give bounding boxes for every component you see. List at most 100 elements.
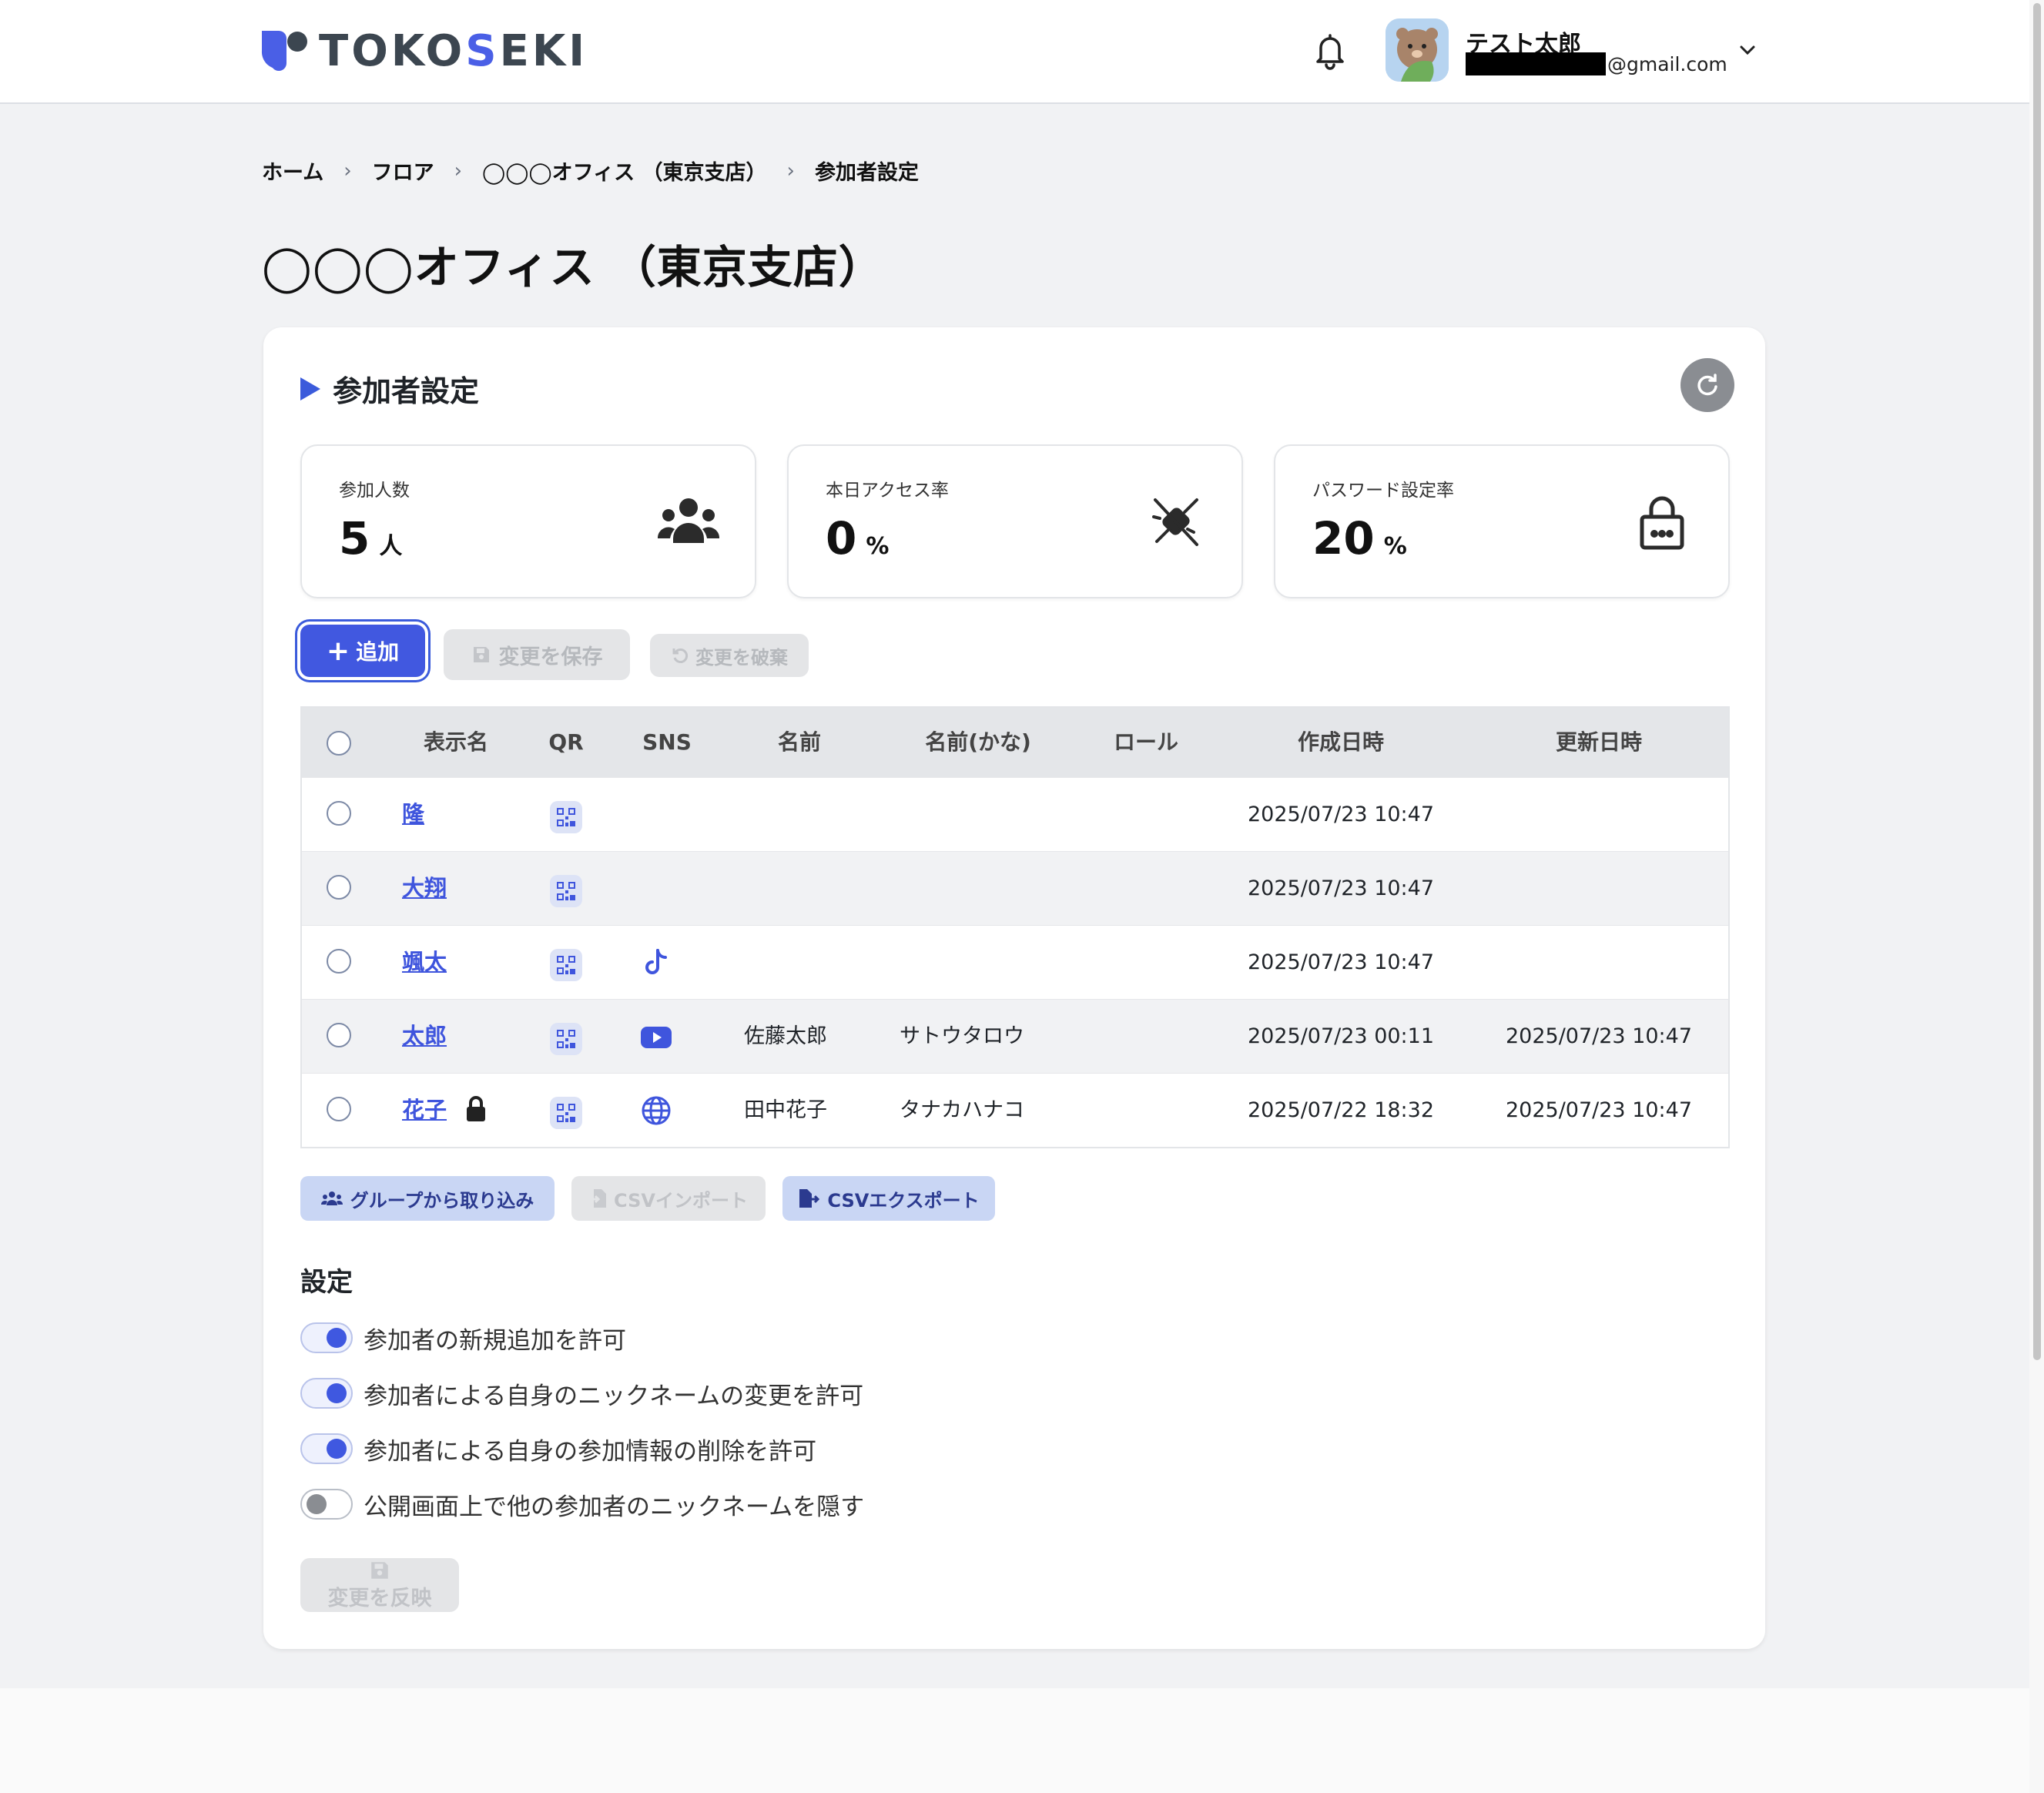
toggle-switch[interactable] [300,1378,353,1409]
breadcrumb-separator-icon: › [343,159,352,183]
stat-participant-count: 参加人数 5人 [300,444,756,598]
setting-allow-nickname-change[interactable]: 参加者による自身のニックネームの変更を許可 [300,1376,863,1410]
notification-bell-icon[interactable] [1312,31,1349,71]
row-select-radio[interactable] [327,801,351,826]
setting-allow-add[interactable]: 参加者の新規追加を許可 [300,1321,626,1355]
logo-mark-icon [260,28,308,74]
row-select-radio[interactable] [327,875,351,900]
stat-access-rate: 本日アクセス率 0% [787,444,1243,598]
users-icon [656,494,721,552]
toggle-switch[interactable] [300,1489,353,1520]
display-name-link[interactable]: 花子 [402,1097,447,1123]
header-sns: SNS [642,729,692,755]
updated-at: 2025/07/23 10:47 [1505,1024,1693,1048]
app-logo[interactable]: TOKOSEKI [260,25,588,76]
header-display-name[interactable]: 表示名 [424,708,488,777]
toggle-switch[interactable] [300,1322,353,1353]
page-title: ◯◯◯オフィス （東京支店） [262,241,884,293]
save-changes-button[interactable]: 変更を保存 [444,629,630,680]
breadcrumb-home[interactable]: ホーム [262,156,323,186]
chevron-down-icon[interactable] [1736,39,1759,62]
qr-code-icon[interactable] [550,875,582,907]
refresh-icon [1697,374,1717,396]
table-row[interactable]: 隆 2025/07/23 10:47 [302,777,1728,851]
row-select-radio[interactable] [327,949,351,974]
tiktok-icon[interactable] [639,946,673,980]
header-qr: QR [548,729,584,755]
table-row[interactable]: 太郎 佐藤太郎 サトウタロウ 2025/07/23 00:11 2025/07/… [302,999,1728,1073]
undo-icon [672,648,689,663]
globe-icon[interactable] [639,1094,673,1128]
participant-settings-card: 参加者設定 参加人数 5人 本日アクセス率 0% パスワード設定率 20 % +… [263,327,1765,1649]
participants-table: 表示名 QR SNS 名前 名前(かな) ロール 作成日時 更新日時 隆 202… [300,706,1730,1148]
top-header: TOKOSEKI テスト太郎 @gmail.com [0,0,2029,104]
scrollbar-thumb[interactable] [2033,3,2041,1360]
table-row[interactable]: 颯太 2025/07/23 10:47 [302,925,1728,999]
csv-export-button[interactable]: CSVエクスポート [782,1176,995,1221]
participant-name: 田中花子 [744,1098,827,1122]
toggle-switch[interactable] [300,1433,353,1464]
qr-code-icon[interactable] [550,1097,582,1129]
participant-name: 佐藤太郎 [744,1024,827,1048]
table-header: 表示名 QR SNS 名前 名前(かな) ロール 作成日時 更新日時 [302,708,1728,777]
triangle-marker-icon [300,377,320,400]
section-title: 参加者設定 [300,367,479,410]
lock-icon [1630,494,1694,552]
breadcrumb-office[interactable]: ◯◯◯オフィス （東京支店） [482,156,767,186]
created-at: 2025/07/23 10:47 [1247,950,1435,974]
add-button[interactable]: + 追加 [300,625,425,677]
display-name-link[interactable]: 大翔 [402,875,447,901]
stat-password-rate: パスワード設定率 20% [1274,444,1730,598]
file-export-icon [799,1189,820,1208]
youtube-icon[interactable] [639,1020,673,1054]
file-import-icon [589,1189,607,1208]
breadcrumb: ホーム › フロア › ◯◯◯オフィス （東京支店） › 参加者設定 [262,156,919,186]
lock-icon [464,1095,488,1123]
breadcrumb-separator-icon: › [786,159,795,183]
setting-allow-self-delete[interactable]: 参加者による自身の参加情報の削除を許可 [300,1432,816,1466]
created-at: 2025/07/23 10:47 [1247,803,1435,826]
row-select-radio[interactable] [327,1097,351,1121]
table-row[interactable]: 大翔 2025/07/23 10:47 [302,851,1728,925]
select-all-radio[interactable] [327,731,351,756]
breadcrumb-floor[interactable]: フロア [372,156,434,186]
display-name-link[interactable]: 隆 [402,801,424,827]
plus-icon: + [326,635,350,667]
logo-text: TOKOSEKI [319,25,588,76]
updated-at: 2025/07/23 10:47 [1505,1098,1693,1122]
plug-icon [1143,494,1208,552]
user-email: @gmail.com [1466,52,1727,75]
redacted-block [1466,52,1606,75]
qr-code-icon[interactable] [550,949,582,981]
floppy-icon [371,1561,388,1579]
row-select-radio[interactable] [327,1023,351,1047]
header-role[interactable]: ロール [1114,708,1178,777]
discard-changes-button[interactable]: 変更を破棄 [650,634,809,677]
setting-hide-nicknames[interactable]: 公開画面上で他の参加者のニックネームを隠す [300,1487,864,1521]
qr-code-icon[interactable] [550,801,582,833]
created-at: 2025/07/23 10:47 [1247,876,1435,900]
table-row[interactable]: 花子 田中花子 タナカハナコ 2025/07/22 18:32 2025/07/… [302,1073,1728,1147]
display-name-link[interactable]: 太郎 [402,1023,447,1049]
qr-code-icon[interactable] [550,1023,582,1055]
page-footer [0,1688,2029,1793]
created-at: 2025/07/22 18:32 [1247,1098,1435,1122]
header-kana[interactable]: 名前(かな) [925,708,1031,777]
breadcrumb-current: 参加者設定 [814,161,919,185]
created-at: 2025/07/23 00:11 [1247,1024,1435,1048]
floppy-icon [473,647,489,662]
users-icon [320,1191,343,1205]
settings-title: 設定 [300,1267,353,1298]
header-created[interactable]: 作成日時 [1298,708,1384,777]
apply-changes-button[interactable]: 変更を反映 [300,1558,459,1612]
display-name-link[interactable]: 颯太 [402,949,447,975]
breadcrumb-separator-icon: › [454,159,463,183]
header-updated[interactable]: 更新日時 [1556,708,1642,777]
csv-import-button[interactable]: CSVインポート [571,1176,766,1221]
group-import-button[interactable]: グループから取り込み [300,1176,555,1221]
participant-kana: サトウタロウ [900,1024,1024,1048]
refresh-button[interactable] [1680,358,1734,412]
header-name[interactable]: 名前 [778,708,821,777]
participant-kana: タナカハナコ [900,1098,1024,1122]
user-avatar[interactable] [1386,18,1449,82]
